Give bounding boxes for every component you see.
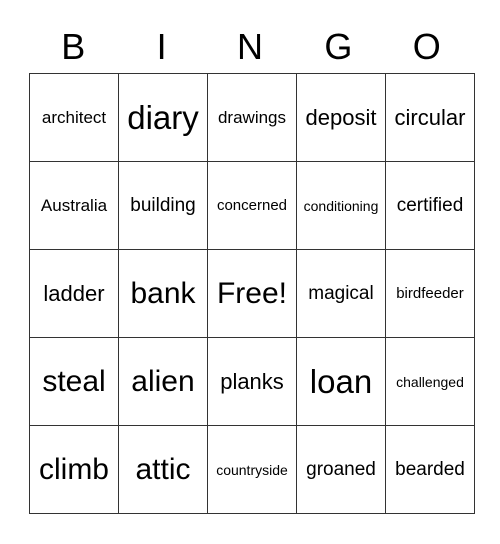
- bingo-cell[interactable]: Australia: [29, 161, 119, 250]
- grid-row: climb attic countryside groaned bearded: [29, 425, 475, 514]
- header-letter-o: O: [412, 26, 441, 67]
- bingo-cell[interactable]: loan: [296, 337, 386, 426]
- header-letter-i: I: [156, 26, 167, 67]
- header-letter-b: B: [61, 26, 86, 67]
- grid-row: ladder bank Free! magical birdfeeder: [29, 249, 475, 338]
- bingo-cell[interactable]: challenged: [385, 337, 475, 426]
- bingo-cell[interactable]: countryside: [207, 425, 297, 514]
- free-space-cell[interactable]: Free!: [207, 249, 297, 338]
- bingo-cell[interactable]: concerned: [207, 161, 297, 250]
- grid-row: architect diary drawings deposit circula…: [29, 73, 475, 162]
- bingo-cell[interactable]: building: [118, 161, 208, 250]
- bingo-cell[interactable]: climb: [29, 425, 119, 514]
- bingo-cell[interactable]: drawings: [207, 73, 297, 162]
- bingo-cell[interactable]: deposit: [296, 73, 386, 162]
- bingo-cell[interactable]: certified: [385, 161, 475, 250]
- header-letter-g: G: [324, 26, 353, 67]
- bingo-cell[interactable]: architect: [29, 73, 119, 162]
- bingo-cell[interactable]: birdfeeder: [385, 249, 475, 338]
- bingo-grid: architect diary drawings deposit circula…: [29, 73, 475, 514]
- grid-row: Australia building concerned conditionin…: [29, 161, 475, 250]
- bingo-cell[interactable]: magical: [296, 249, 386, 338]
- bingo-cell[interactable]: bank: [118, 249, 208, 338]
- bingo-cell[interactable]: ladder: [29, 249, 119, 338]
- header-letter-n: N: [236, 26, 263, 67]
- bingo-cell[interactable]: planks: [207, 337, 297, 426]
- bingo-cell[interactable]: diary: [118, 73, 208, 162]
- bingo-header: B I N G O: [29, 22, 471, 72]
- bingo-cell[interactable]: circular: [385, 73, 475, 162]
- grid-row: steal alien planks loan challenged: [29, 337, 475, 426]
- bingo-cell[interactable]: groaned: [296, 425, 386, 514]
- bingo-cell[interactable]: alien: [118, 337, 208, 426]
- bingo-cell[interactable]: conditioning: [296, 161, 386, 250]
- bingo-cell[interactable]: attic: [118, 425, 208, 514]
- bingo-cell[interactable]: bearded: [385, 425, 475, 514]
- bingo-cell[interactable]: steal: [29, 337, 119, 426]
